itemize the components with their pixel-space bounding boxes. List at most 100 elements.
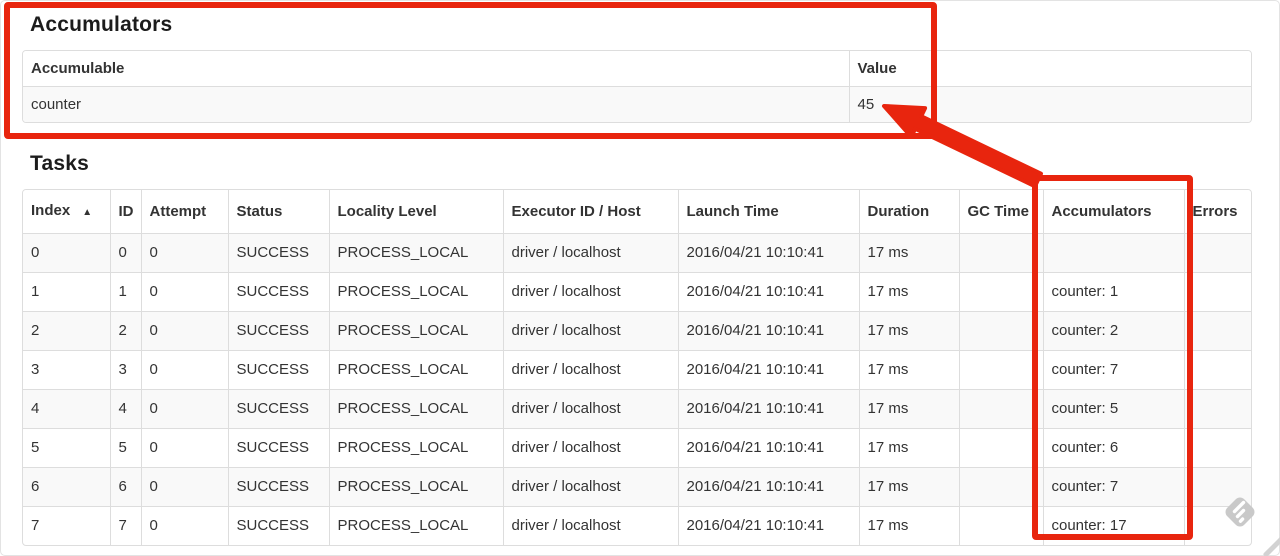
task-cell-status: SUCCESS: [228, 506, 330, 545]
task-cell-gc-time: [959, 311, 1044, 351]
col-header-gc-time[interactable]: GC Time: [959, 190, 1044, 234]
task-cell-id: 6: [110, 467, 142, 507]
task-cell-launch-time: 2016/04/21 10:10:41: [678, 311, 860, 351]
task-cell-gc-time: [959, 428, 1044, 468]
accumulator-row: counter 45: [23, 86, 1251, 122]
task-row: 4 4 0 SUCCESS PROCESS_LOCAL driver / localhos…: [23, 389, 1251, 429]
col-header-locality-level[interactable]: Locality Level: [329, 190, 504, 234]
task-cell-index: 5: [23, 428, 111, 468]
task-cell-launch-time: 2016/04/21 10:10:41: [678, 389, 860, 429]
task-cell-gc-time: [959, 350, 1044, 390]
task-cell-gc-time: [959, 389, 1044, 429]
task-cell-index: 7: [23, 506, 111, 545]
task-cell-index: 1: [23, 272, 111, 312]
task-cell-executor-id-host: driver / localhost: [503, 506, 679, 545]
task-cell-gc-time: [959, 506, 1044, 545]
task-row: 0 0 0 SUCCESS PROCESS_LOCAL driver / localhos…: [23, 233, 1251, 273]
task-cell-accumulators: counter: 1: [1043, 272, 1185, 312]
task-cell-id: 0: [110, 233, 142, 273]
spark-ui-page: Accumulators Accumulable Value counter 4…: [0, 0, 1280, 556]
task-cell-duration: 17 ms: [859, 350, 960, 390]
col-header-executor-id-host[interactable]: Executor ID / Host: [503, 190, 679, 234]
task-cell-launch-time: 2016/04/21 10:10:41: [678, 428, 860, 468]
task-cell-errors: [1184, 428, 1251, 468]
task-cell-locality-level: PROCESS_LOCAL: [329, 389, 504, 429]
task-row: 5 5 0 SUCCESS PROCESS_LOCAL driver / localhos…: [23, 428, 1251, 468]
task-cell-id: 7: [110, 506, 142, 545]
col-header-duration[interactable]: Duration: [859, 190, 960, 234]
col-header-accumulators[interactable]: Accumulators: [1043, 190, 1185, 234]
task-cell-errors: [1184, 389, 1251, 429]
tasks-section-title: Tasks: [30, 152, 89, 175]
task-cell-locality-level: PROCESS_LOCAL: [329, 350, 504, 390]
task-cell-attempt: 0: [141, 233, 229, 273]
task-cell-duration: 17 ms: [859, 506, 960, 545]
task-row: 2 2 0 SUCCESS PROCESS_LOCAL driver / localhos…: [23, 311, 1251, 351]
task-cell-index: 6: [23, 467, 111, 507]
task-cell-status: SUCCESS: [228, 428, 330, 468]
task-cell-launch-time: 2016/04/21 10:10:41: [678, 467, 860, 507]
task-cell-locality-level: PROCESS_LOCAL: [329, 233, 504, 273]
task-cell-duration: 17 ms: [859, 272, 960, 312]
task-cell-index: 2: [23, 311, 111, 351]
task-cell-errors: [1184, 233, 1251, 273]
col-header-launch-time[interactable]: Launch Time: [678, 190, 860, 234]
task-row: 1 1 0 SUCCESS PROCESS_LOCAL driver / localhos…: [23, 272, 1251, 312]
task-cell-accumulators: counter: 7: [1043, 350, 1185, 390]
accumulable-value-cell: 45: [857, 96, 875, 113]
page-content: Accumulators Accumulable Value counter 4…: [22, 0, 1252, 546]
task-cell-attempt: 0: [141, 506, 229, 545]
sort-ascending-icon: ▲: [82, 207, 93, 218]
col-header-errors[interactable]: Errors: [1184, 190, 1251, 234]
task-cell-executor-id-host: driver / localhost: [503, 467, 679, 507]
accumulators-table: Accumulable Value counter 45: [22, 50, 1252, 123]
col-header-attempt[interactable]: Attempt: [141, 190, 229, 234]
task-cell-locality-level: PROCESS_LOCAL: [329, 467, 504, 507]
task-cell-index: 0: [23, 233, 111, 273]
task-cell-executor-id-host: driver / localhost: [503, 311, 679, 351]
task-cell-accumulators: counter: 2: [1043, 311, 1185, 351]
col-header-accumulable: Accumulable: [23, 51, 850, 87]
task-row: 6 6 0 SUCCESS PROCESS_LOCAL driver / localhos…: [23, 467, 1251, 507]
task-cell-errors: [1184, 467, 1251, 507]
tasks-header-row: Index ▲ ID Attempt Status Locality Level …: [23, 190, 1251, 234]
col-header-id[interactable]: ID: [110, 190, 142, 234]
task-cell-locality-level: PROCESS_LOCAL: [329, 428, 504, 468]
task-cell-locality-level: PROCESS_LOCAL: [329, 506, 504, 545]
task-cell-accumulators: counter: 6: [1043, 428, 1185, 468]
col-header-value: Value: [849, 51, 1251, 87]
task-cell-attempt: 0: [141, 467, 229, 507]
col-header-status[interactable]: Status: [228, 190, 330, 234]
task-cell-duration: 17 ms: [859, 389, 960, 429]
task-cell-id: 4: [110, 389, 142, 429]
task-cell-status: SUCCESS: [228, 350, 330, 390]
col-header-index[interactable]: Index ▲: [23, 190, 111, 234]
task-cell-executor-id-host: driver / localhost: [503, 389, 679, 429]
tasks-table-body: 0 0 0 SUCCESS PROCESS_LOCAL driver / localhos…: [23, 233, 1251, 546]
task-cell-status: SUCCESS: [228, 311, 330, 351]
task-row: 7 7 0 SUCCESS PROCESS_LOCAL driver / localhos…: [23, 506, 1251, 546]
task-cell-index: 4: [23, 389, 111, 429]
task-cell-id: 2: [110, 311, 142, 351]
corner-resize-mark: [1262, 533, 1280, 556]
task-cell-duration: 17 ms: [859, 467, 960, 507]
task-cell-errors: [1184, 272, 1251, 312]
task-cell-accumulators: counter: 7: [1043, 467, 1185, 507]
task-cell-id: 3: [110, 350, 142, 390]
task-cell-launch-time: 2016/04/21 10:10:41: [678, 350, 860, 390]
task-cell-attempt: 0: [141, 389, 229, 429]
task-cell-errors: [1184, 507, 1251, 546]
task-cell-executor-id-host: driver / localhost: [503, 272, 679, 312]
task-cell-index: 3: [23, 350, 111, 390]
task-row: 3 3 0 SUCCESS PROCESS_LOCAL driver / localhos…: [23, 350, 1251, 390]
col-header-index-label: Index: [31, 202, 71, 219]
accumulators-header-row: Accumulable Value: [23, 51, 1251, 87]
task-cell-gc-time: [959, 467, 1044, 507]
task-cell-gc-time: [959, 272, 1044, 312]
task-cell-duration: 17 ms: [859, 233, 960, 273]
task-cell-accumulators: [1043, 233, 1185, 273]
task-cell-locality-level: PROCESS_LOCAL: [329, 311, 504, 351]
task-cell-status: SUCCESS: [228, 467, 330, 507]
task-cell-status: SUCCESS: [228, 233, 330, 273]
task-cell-executor-id-host: driver / localhost: [503, 350, 679, 390]
